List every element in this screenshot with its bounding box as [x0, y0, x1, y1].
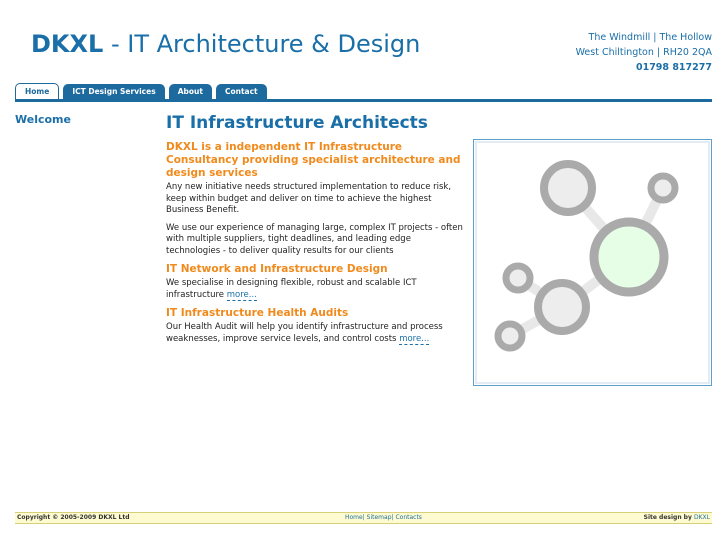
footer-link-sitemap[interactable]: Sitemap — [367, 514, 392, 521]
tab-ict-design-services[interactable]: ICT Design Services — [63, 84, 165, 99]
credit-prefix: Site design by — [643, 514, 694, 521]
network-design-heading: IT Network and Infrastructure Design — [166, 263, 388, 275]
address-line-1: The Windmill | The Hollow — [588, 32, 712, 43]
nav-divider — [15, 99, 712, 102]
site-credit: Site design by DKXL — [644, 513, 710, 523]
node-top-right — [647, 172, 679, 204]
node-hub — [589, 217, 669, 297]
intro-paragraph-1: Any new initiative needs structured impl… — [166, 182, 452, 215]
main-nav: Home ICT Design Services About Contact — [15, 83, 267, 100]
main-content: IT Infrastructure Architects DKXL is a i… — [166, 113, 464, 351]
sidebar-welcome-link[interactable]: Welcome — [15, 113, 71, 126]
network-design-text: We specialise in designing flexible, rob… — [166, 278, 417, 300]
health-audits-paragraph: Our Health Audit will help you identify … — [166, 322, 464, 345]
footer-bar: Copyright © 2005-2009 DKXL Ltd Home| Sit… — [15, 512, 712, 524]
node-bottom-left — [494, 320, 526, 352]
footer-link-home[interactable]: Home — [345, 514, 363, 521]
health-audits-more-link[interactable]: more... — [399, 333, 430, 345]
node-middle — [534, 279, 590, 335]
network-design-paragraph: We specialise in designing flexible, rob… — [166, 278, 464, 301]
intro-heading: DKXL is a independent IT Infrastructure … — [166, 141, 461, 179]
node-top-left — [540, 160, 596, 216]
page-title: IT Infrastructure Architects — [166, 113, 428, 133]
address-line-2: West Chiltington | RH20 2QA — [575, 47, 712, 58]
brand-name: DKXL — [31, 30, 104, 58]
copyright-text: Copyright © 2005-2009 DKXL Ltd — [17, 514, 130, 521]
site-tagline: - IT Architecture & Design — [103, 30, 421, 58]
node-left — [502, 262, 534, 294]
network-design-more-link[interactable]: more... — [226, 289, 257, 301]
credit-link[interactable]: DKXL — [694, 514, 710, 521]
tab-home[interactable]: Home — [15, 83, 60, 100]
footer-link-contacts[interactable]: Contacts — [395, 514, 421, 521]
network-nodes-graphic — [475, 141, 710, 384]
contact-address: The Windmill | The Hollow West Chiltingt… — [576, 30, 712, 75]
site-logo[interactable]: DKXL - IT Architecture & Design — [31, 30, 420, 58]
network-diagram-image — [473, 139, 712, 386]
footer-links: Home| Sitemap| Contacts — [345, 514, 422, 521]
tab-about[interactable]: About — [168, 84, 212, 99]
intro-paragraph-2: We use our experience of managing large,… — [166, 222, 463, 256]
health-audits-heading: IT Infrastructure Health Audits — [166, 307, 349, 319]
phone-number: 01798 817277 — [635, 62, 712, 73]
tab-contact[interactable]: Contact — [215, 84, 267, 99]
